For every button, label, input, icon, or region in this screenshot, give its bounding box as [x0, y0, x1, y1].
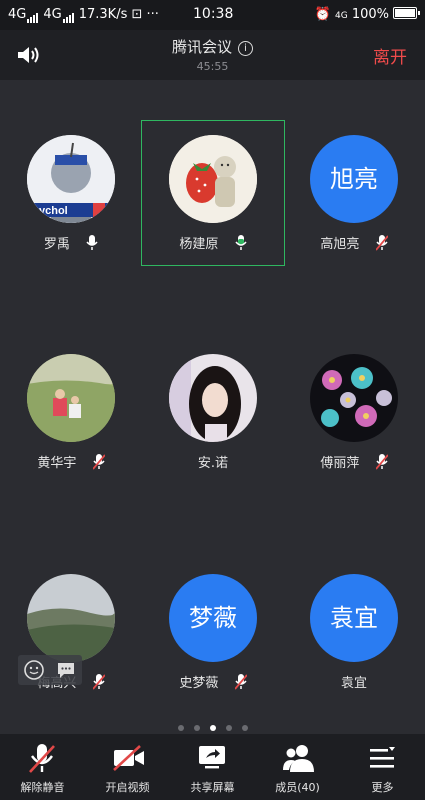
participant-tile[interactable]: 袁宜 袁宜: [283, 560, 425, 704]
chat-icon[interactable]: [56, 660, 76, 680]
more-menu-icon: [370, 747, 395, 768]
participant-tile[interactable]: 安.诺: [142, 340, 284, 484]
participant-name: 袁宜: [340, 676, 367, 691]
meeting-title[interactable]: 腾讯会议 i: [0, 36, 425, 57]
participant-tile[interactable]: 黄华宇: [0, 340, 142, 484]
battery-icon: [393, 7, 420, 19]
avatar-image: ychol: [27, 135, 115, 223]
share-screen-button[interactable]: 共享屏幕: [170, 734, 255, 800]
unmute-button[interactable]: 解除静音: [0, 734, 85, 800]
members-button[interactable]: 成员(40): [255, 734, 340, 800]
signal-icon: [27, 8, 39, 23]
avatar: [27, 574, 115, 662]
network-type-1: 4G: [8, 7, 27, 22]
avatar: [169, 135, 257, 223]
signal-icon-2: [62, 8, 75, 23]
members-icon: [283, 745, 314, 772]
participant-name-row: 罗禹: [0, 233, 142, 252]
avatar-image: [169, 354, 257, 442]
unmute-label: 解除静音: [20, 781, 65, 794]
participant-name: 罗禹: [43, 237, 70, 252]
participant-name: 安.诺: [197, 456, 229, 471]
mic-muted-icon: [29, 744, 55, 773]
participant-name: 高旭亮: [320, 237, 360, 252]
start-video-button[interactable]: 开启视频: [85, 734, 170, 800]
network-type-right: 4G: [334, 11, 348, 21]
participant-name: 杨建原: [179, 237, 219, 252]
meeting-title-text: 腾讯会议: [171, 38, 232, 56]
participant-tile[interactable]: 旭亮 高旭亮: [283, 121, 425, 265]
participant-tile-active-speaker[interactable]: 杨建原: [141, 120, 285, 266]
bottom-toolbar: 解除静音 开启视频 共享屏幕 成员(40) 更多: [0, 734, 425, 800]
mic-muted-icon: [375, 235, 388, 251]
network-speed: 17.3K/s: [78, 7, 128, 22]
share-screen-label: 共享屏幕: [190, 781, 235, 794]
participant-tile[interactable]: ychol 罗禹: [0, 121, 142, 265]
page-indicator[interactable]: [0, 716, 425, 735]
meeting-header: 腾讯会议 i 45:55 离开: [0, 30, 425, 80]
members-label: 成员(40): [275, 781, 320, 794]
participant-name-row: 傅丽萍: [283, 452, 425, 471]
mic-icon: [86, 235, 98, 250]
battery-percent: 100%: [351, 7, 389, 22]
page-dot[interactable]: [177, 725, 184, 731]
start-video-label: 开启视频: [105, 781, 150, 794]
avatar-image: [169, 135, 257, 223]
mic-speaking-icon: [235, 235, 247, 250]
participant-name-row: 高旭亮: [283, 233, 425, 252]
reaction-chat-overlay: [18, 655, 82, 685]
participant-name: 傅丽萍: [320, 456, 360, 471]
more-label: 更多: [371, 781, 394, 794]
avatar-image: [310, 354, 398, 442]
notification-icons: ⊡ ···: [131, 7, 159, 22]
avatar-image: [27, 354, 115, 442]
meeting-timer: 45:55: [196, 60, 229, 73]
avatar-initials: 旭亮: [310, 135, 398, 223]
avatar-initials: 袁宜: [310, 574, 398, 662]
participant-name-row: 袁宜: [283, 672, 425, 691]
page-dot-current[interactable]: [209, 725, 216, 731]
emoji-icon[interactable]: [24, 660, 44, 680]
participant-name-row: 杨建原: [142, 233, 284, 252]
robot-logo-text: ychol: [39, 205, 68, 217]
page-dot[interactable]: [241, 725, 248, 731]
participant-name-row: 黄华宇: [0, 452, 142, 471]
mic-muted-icon: [92, 674, 105, 690]
avatar: [310, 354, 398, 442]
clock: 10:38: [193, 6, 234, 22]
participant-name-row: 安.诺: [142, 452, 284, 471]
participant-name-row: 史梦薇: [142, 672, 284, 691]
more-button[interactable]: 更多: [340, 734, 425, 800]
participant-name: 史梦薇: [179, 676, 219, 691]
network-type-2: 4G: [43, 7, 62, 22]
participant-name: 黄华宇: [37, 456, 77, 471]
share-screen-icon: [199, 746, 225, 769]
participant-tile[interactable]: 傅丽萍: [283, 340, 425, 484]
mic-muted-icon: [375, 454, 388, 470]
avatar: [27, 354, 115, 442]
avatar-image: [27, 574, 115, 662]
video-off-icon: [113, 745, 144, 771]
avatar: [169, 354, 257, 442]
avatar-initials: 梦薇: [169, 574, 257, 662]
mic-muted-icon: [92, 454, 105, 470]
participant-tile[interactable]: 梦薇 史梦薇: [142, 560, 284, 704]
leave-button[interactable]: 离开: [373, 43, 407, 68]
status-right: ⏰ 4G 100%: [314, 7, 420, 22]
status-left: 4G 4G 17.3K/s ⊡ ···: [8, 7, 159, 23]
page-dot[interactable]: [225, 725, 232, 731]
status-bar: 4G 4G 17.3K/s ⊡ ··· 10:38 ⏰ 4G 100%: [0, 0, 425, 30]
mic-muted-icon: [234, 674, 247, 690]
page-dot[interactable]: [193, 725, 200, 731]
info-icon[interactable]: i: [238, 41, 253, 56]
alarm-icon: ⏰: [314, 7, 331, 22]
avatar: ychol: [27, 135, 115, 223]
